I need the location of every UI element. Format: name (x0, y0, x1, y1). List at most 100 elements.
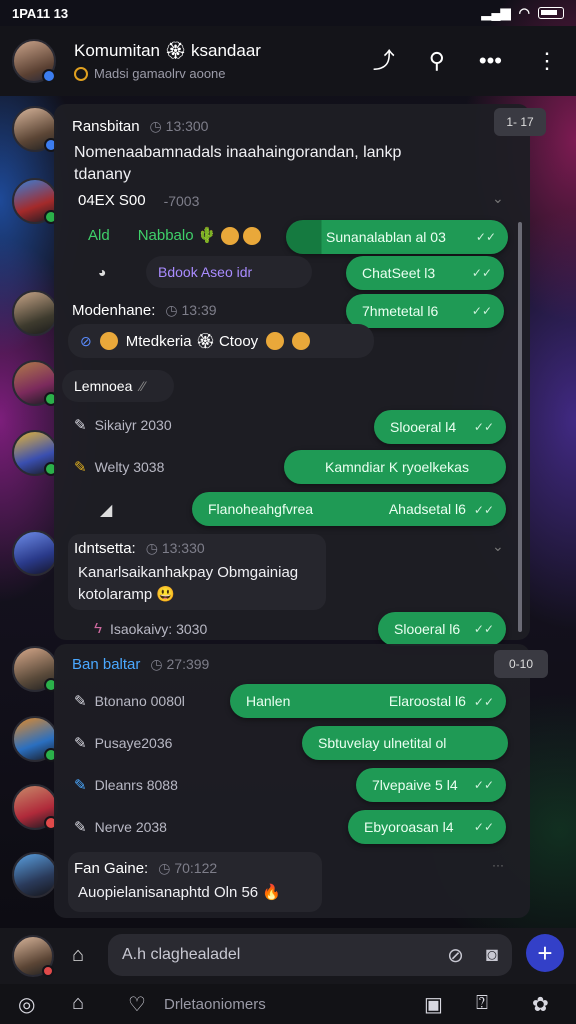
message-header: Ban baltar ◷ 27:399 (72, 656, 209, 673)
message-header: Ransbitan ◷ 13:300 (72, 118, 208, 135)
outgoing-message[interactable]: Kamndiar K ryoelkekas (284, 450, 506, 484)
search-icon[interactable]: ⚲ (429, 50, 445, 72)
more-vertical-icon[interactable]: ⋮ (536, 50, 558, 72)
avatar[interactable] (12, 106, 58, 152)
contacts-icon[interactable]: ⍰ (476, 992, 488, 1015)
avatar[interactable] (12, 646, 58, 692)
outgoing-message[interactable]: Hanlen Elaroostal l6 ✓✓ (230, 684, 506, 718)
nav-label[interactable]: Drletaoniomers (164, 996, 266, 1013)
edit-meta: ✎ Btonano 0080l (74, 692, 185, 710)
read-check-icon: ✓✓ (473, 695, 494, 709)
reaction-bar[interactable]: ⊘ Mtedkeria 🏵 Ctooy (68, 324, 374, 358)
gallery-icon[interactable]: ▣ (424, 992, 443, 1017)
section-chip[interactable]: Lemnoea ⁄⁄ (62, 370, 174, 402)
message-input[interactable]: A.h claghealadel ⊘ ◙ (108, 934, 512, 976)
outgoing-message[interactable]: ChatSeet l3 ✓✓ (346, 256, 504, 290)
settings-dot-icon[interactable]: ◕ (98, 264, 106, 280)
edit-icon: ⁄⁄ (140, 378, 146, 394)
avatar[interactable] (12, 784, 58, 830)
edit-meta: ϟ Isaokaivy: 3030 (94, 620, 207, 637)
pencil-icon: ✎ (74, 459, 87, 476)
outgoing-message[interactable]: 7hmetetal l6 ✓✓ (346, 294, 504, 328)
read-check-icon: ✓✓ (473, 420, 494, 434)
outgoing-message[interactable]: 7lvepaive 5 l4 ✓✓ (356, 768, 506, 802)
message-header: Idntsetta: ◷ 13:330 (74, 540, 205, 557)
link-icon: ⊘ (80, 332, 92, 349)
message-header: Modenhane: ◷ 13:39 (72, 302, 217, 319)
avatar[interactable] (12, 530, 58, 576)
message-text: Slooeral l6 (394, 621, 461, 637)
read-check-icon: ✓✓ (471, 304, 492, 318)
chevron-down-icon[interactable]: ⌄ (492, 190, 504, 207)
outgoing-message[interactable]: Ebyoroasan l4 ✓✓ (348, 810, 506, 844)
wifi-icon: ◠ (518, 5, 530, 20)
status-time: 1PA11 13 (12, 5, 69, 21)
avatar[interactable] (12, 716, 58, 762)
avatar[interactable] (12, 178, 58, 224)
sender-name[interactable]: Ransbitan (72, 118, 140, 135)
home-icon[interactable]: ⌂ (72, 992, 84, 1015)
message-text: Nomenaabamnadals inaahaingorandan, lankp… (74, 144, 402, 183)
message-text: Sbtuvelay ulnetital ol (318, 735, 447, 751)
more-horizontal-icon[interactable]: ••• (479, 50, 502, 72)
sender-name[interactable]: Modenhane: (72, 302, 155, 319)
read-check-icon: ✓✓ (473, 622, 494, 636)
meta-label: Dleanrs 8088 (94, 777, 178, 793)
message-text: 7lvepaive 5 l4 (372, 777, 458, 793)
avatar[interactable] (12, 852, 58, 898)
chat-icon[interactable]: ◎ (18, 992, 35, 1017)
reaction-label: Ald (88, 227, 110, 245)
edit-meta: ✎ Welty 3038 (74, 458, 164, 476)
meta-label: Btonano 0080l (94, 693, 185, 709)
pencil-icon: ✎ (74, 819, 87, 836)
outgoing-message[interactable]: Slooeral l6 ✓✓ (378, 612, 506, 646)
message-time: ◷ 13:300 (149, 118, 209, 134)
send-icon: ◢ (100, 502, 113, 519)
message-time: ◷ 13:330 (145, 540, 205, 556)
bottom-nav: ◎ ⌂ ♡ Drletaoniomers ▣ ⍰ ✿ (0, 984, 576, 1024)
attach-icon: ϟ (94, 620, 102, 637)
emoji-icon (266, 332, 285, 350)
avatar[interactable] (12, 430, 58, 476)
date-badge: 0-10 (494, 650, 548, 678)
attach-icon[interactable]: ⊘ (447, 943, 464, 968)
message-time: ◷ 13:39 (165, 302, 217, 318)
chat-subtitle: Madsi gamaolrv aoone (74, 66, 373, 81)
message-text: Auopielanisanaphtd Oln 56 🔥 (78, 884, 281, 901)
pencil-icon: ✎ (74, 735, 87, 752)
home-icon[interactable]: ⌂ (72, 944, 84, 967)
message-text: Flanoheahgfvrea (208, 501, 314, 517)
status-bar: 1PA11 13 ▂▄▆ ◠ (0, 0, 576, 26)
community-icon[interactable]: ✿ (532, 992, 549, 1017)
chevron-down-icon[interactable]: ⌄ (492, 538, 504, 555)
meta-label: Pusaye2036 (94, 735, 173, 751)
outgoing-message[interactable]: Slooeral l4 ✓✓ (374, 410, 506, 444)
outgoing-message[interactable]: Sbtuvelay ulnetital ol (302, 726, 508, 760)
outgoing-message[interactable]: Sunanalablan al 03 ✓✓ (286, 220, 508, 254)
avatar[interactable] (12, 290, 58, 336)
heart-icon[interactable]: ♡ (128, 992, 146, 1017)
read-check-icon: ✓✓ (471, 266, 492, 280)
share-icon[interactable]: ⤴ (373, 50, 395, 72)
sender-name[interactable]: Ban baltar (72, 656, 140, 673)
message-text: Hanlen (246, 693, 291, 709)
header-text[interactable]: Komumitan 🏵 ksandaar Madsi gamaolrv aoon… (74, 41, 373, 81)
input-placeholder: A.h claghealadel (122, 946, 241, 963)
battery-icon (538, 7, 564, 19)
edit-meta: ✎ Nerve 2038 (74, 818, 167, 836)
sender-name[interactable]: Idntsetta: (74, 540, 136, 557)
sender-name[interactable]: Fan Gaine: (74, 860, 148, 877)
group-avatar[interactable] (12, 39, 56, 83)
message-text: Sunanalablan al 03 (326, 229, 446, 245)
scrollbar[interactable] (518, 222, 522, 632)
tag-chip[interactable]: Bdook Aseo idr (146, 256, 312, 288)
more-horizontal-icon[interactable]: ··· (492, 858, 504, 872)
message-text: Kamndiar K ryoelkekas (325, 459, 469, 475)
camera-icon[interactable]: ◙ (486, 944, 498, 967)
read-check-icon: ✓✓ (473, 820, 494, 834)
add-button[interactable]: + (526, 934, 564, 972)
my-avatar[interactable] (12, 935, 54, 977)
outgoing-message[interactable]: Flanoheahgfvrea Ahadsetal l6 ✓✓ (192, 492, 506, 526)
read-check-icon: ✓✓ (475, 230, 496, 244)
avatar[interactable] (12, 360, 58, 406)
